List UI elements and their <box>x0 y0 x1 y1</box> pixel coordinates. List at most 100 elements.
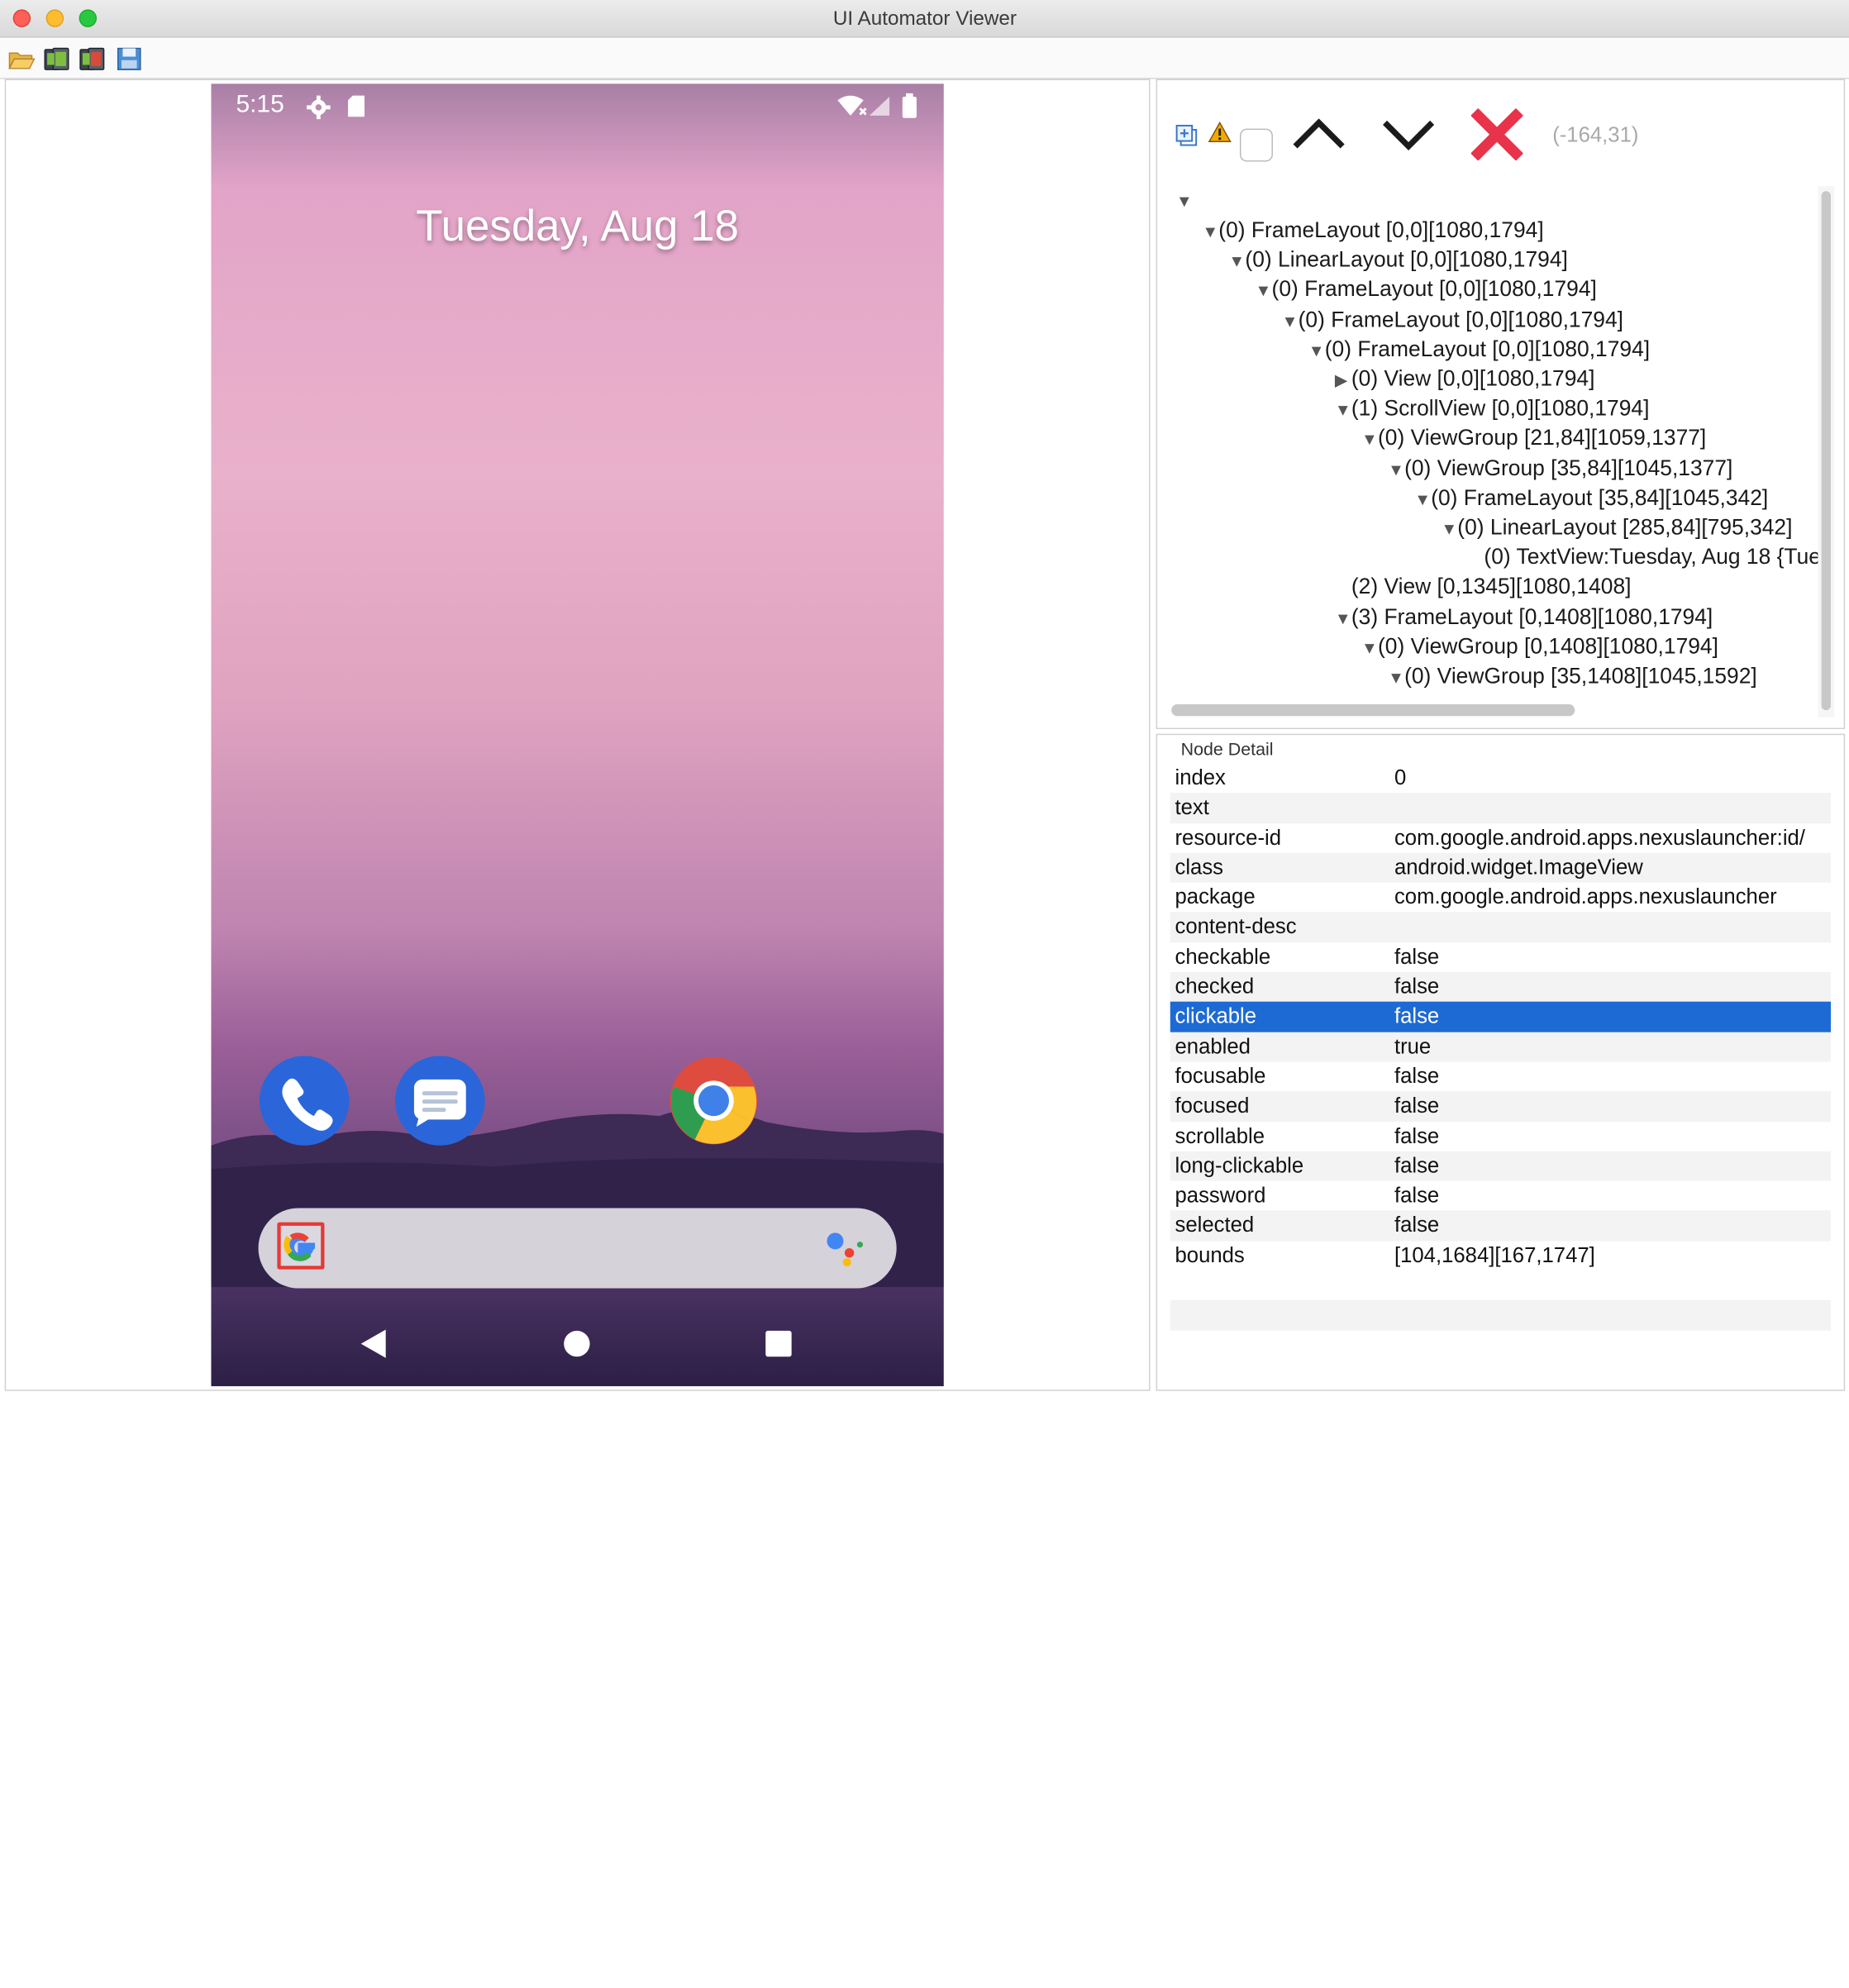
node-detail-row[interactable]: selected false <box>1170 1210 1832 1242</box>
property-name: content-desc <box>1175 914 1297 939</box>
property-name: focusable <box>1175 1064 1266 1088</box>
device-screenshot-compressed-icon[interactable] <box>78 46 106 72</box>
expand-arrow-icon[interactable]: ▼ <box>1202 217 1218 246</box>
tree-node[interactable]: ▼(0) FrameLayout [0,0][1080,1794] <box>1256 275 1597 303</box>
node-detail-row[interactable]: bounds [104,1684][167,1747] <box>1170 1241 1831 1271</box>
google-search-bar[interactable] <box>258 1208 897 1289</box>
google-assistant-icon[interactable] <box>825 1229 867 1267</box>
node-detail-row[interactable]: content-desc <box>1170 912 1832 943</box>
hierarchy-tree[interactable]: ▼ ▼(0) FrameLayout [0,0][1080,1794] ▼(0) … <box>1166 184 1825 722</box>
tree-node[interactable]: ▼(0) FrameLayout [0,0][1080,1794] <box>1282 305 1623 333</box>
node-detail-row[interactable]: checkable false <box>1170 942 1831 972</box>
save-icon[interactable] <box>116 46 144 72</box>
expand-arrow-icon[interactable]: ▼ <box>1335 603 1351 632</box>
previous-node-icon[interactable] <box>1289 111 1348 158</box>
back-icon[interactable] <box>357 1328 388 1361</box>
expand-arrow-icon[interactable]: ▼ <box>1228 247 1245 275</box>
tree-node-label: (3) FrameLayout [0,1408][1080,1794] <box>1351 603 1713 629</box>
property-name: text <box>1175 795 1209 819</box>
device-screenshot-icon[interactable] <box>42 46 70 72</box>
tree-node[interactable]: ▼(0) FrameLayout [0,0][1080,1794] <box>1308 335 1650 363</box>
property-name: focused <box>1175 1094 1250 1118</box>
tree-node-label: (1) ScrollView [0,0][1080,1794] <box>1351 395 1650 421</box>
expand-all-icon[interactable] <box>1175 124 1199 148</box>
property-value: 0 <box>1394 765 1407 789</box>
home-icon[interactable] <box>563 1329 591 1357</box>
tree-node[interactable]: ▼(0) FrameLayout [0,0][1080,1794] <box>1202 216 1543 244</box>
property-name: selected <box>1175 1213 1255 1237</box>
node-detail-row[interactable]: scrollable false <box>1170 1122 1831 1151</box>
tree-node[interactable]: (2) View [0,1345][1080,1408] <box>1335 573 1632 601</box>
phone-app-icon[interactable] <box>259 1056 350 1146</box>
clear-search-icon[interactable] <box>1470 108 1523 161</box>
status-time: 5:15 <box>236 90 284 118</box>
property-name: package <box>1175 884 1256 909</box>
status-bar: 5:15 <box>211 83 943 128</box>
tree-node[interactable]: ▼(0) ViewGroup [21,84][1059,1377] <box>1361 424 1706 452</box>
node-detail-row[interactable]: password false <box>1170 1181 1831 1211</box>
messages-app-icon[interactable] <box>395 1056 485 1146</box>
expand-arrow-icon[interactable]: ▼ <box>1388 455 1404 483</box>
tree-node-label: (0) ViewGroup [35,84][1045,1377] <box>1404 455 1733 480</box>
warning-icon[interactable] <box>1208 121 1232 145</box>
node-detail-row[interactable]: enabled true <box>1170 1032 1832 1062</box>
property-value: false <box>1394 1153 1440 1178</box>
expand-arrow-icon[interactable]: ▼ <box>1335 395 1351 423</box>
tree-node[interactable]: ▶ (0) View [0,0][1080,1794] <box>1335 365 1595 393</box>
expand-arrow-icon[interactable]: ▼ <box>1414 484 1431 512</box>
node-detail-row[interactable]: index 0 <box>1170 763 1831 793</box>
window-title: UI Automator Viewer <box>832 7 1017 30</box>
tree-root-toggle[interactable]: ▼ <box>1176 185 1193 213</box>
navigation-bar <box>211 1311 943 1386</box>
expand-arrow-icon[interactable]: ▼ <box>1361 425 1378 453</box>
title-bar: UI Automator Viewer <box>0 0 1849 38</box>
expand-arrow-icon[interactable]: ▼ <box>1361 633 1378 661</box>
tree-node[interactable]: ▼(0) LinearLayout [285,84][795,342] <box>1441 513 1792 541</box>
tree-node[interactable]: ▼(0) ViewGroup [35,1408][1045,1592] <box>1388 662 1757 690</box>
tree-node[interactable]: (0) TextView:Tuesday, Aug 18 {Tuesday, A… <box>1467 543 1824 571</box>
node-detail-row[interactable]: checked false <box>1170 972 1832 1003</box>
expand-arrow-icon[interactable]: ▼ <box>1441 514 1457 542</box>
property-value: false <box>1394 974 1440 999</box>
tree-node[interactable]: ▼(3) FrameLayout [0,1408][1080,1794] <box>1335 603 1713 631</box>
node-detail-row[interactable]: text <box>1170 793 1832 823</box>
property-value: true <box>1394 1034 1432 1058</box>
property-value: android.widget.ImageView <box>1394 855 1643 880</box>
node-detail-row[interactable]: class android.widget.ImageView <box>1170 852 1832 883</box>
node-detail-row[interactable]: resource-id com.google.android.apps.nexus… <box>1170 823 1831 853</box>
property-name: resource-id <box>1175 825 1282 850</box>
tree-node[interactable]: ▼(0) FrameLayout [35,84][1045,342] <box>1414 484 1768 512</box>
node-detail-row[interactable]: focused false <box>1170 1091 1832 1122</box>
node-detail-row[interactable]: focusable false <box>1170 1061 1831 1091</box>
property-name: index <box>1175 765 1226 789</box>
chrome-app-icon[interactable] <box>669 1056 758 1145</box>
google-g-icon[interactable] <box>277 1222 325 1270</box>
device-screenshot[interactable]: 5:15 Tuesday, Aug 18 <box>211 83 944 1386</box>
empty-row <box>1170 1271 1832 1301</box>
tree-node[interactable]: ▼(0) ViewGroup [35,84][1045,1377] <box>1388 454 1732 482</box>
tree-node[interactable]: ▼(0) ViewGroup [0,1408][1080,1794] <box>1361 632 1718 660</box>
node-detail-row[interactable]: package com.google.android.apps.nexuslaun… <box>1170 883 1831 913</box>
property-value: false <box>1394 1064 1440 1088</box>
expand-arrow-icon[interactable]: ▼ <box>1256 277 1272 305</box>
expand-arrow-icon[interactable]: ▼ <box>1388 663 1404 691</box>
scrollbar-thumb[interactable] <box>1821 191 1832 711</box>
node-detail-panel: Node Detail index 0 text resource-id com.goo… <box>1156 733 1846 1391</box>
tree-horizontal-scrollbar[interactable] <box>1167 701 1813 720</box>
next-node-icon[interactable] <box>1379 111 1437 158</box>
tree-node[interactable]: ▼(0) LinearLayout [0,0][1080,1794] <box>1228 246 1567 274</box>
tree-node-label: (0) ViewGroup [21,84][1059,1377] <box>1377 425 1707 451</box>
node-detail-row[interactable]: long-clickable false <box>1170 1151 1832 1181</box>
date-widget[interactable]: Tuesday, Aug 18 <box>211 202 943 251</box>
recents-icon[interactable] <box>765 1329 793 1357</box>
scrollbar-thumb[interactable] <box>1171 704 1575 717</box>
collapse-arrow-icon[interactable]: ▶ <box>1335 365 1351 393</box>
tree-node[interactable]: ▼(1) ScrollView [0,0][1080,1794] <box>1335 394 1650 422</box>
sd-card-icon <box>348 95 365 117</box>
expand-arrow-icon[interactable]: ▼ <box>1308 336 1325 364</box>
tree-vertical-scrollbar[interactable] <box>1818 186 1835 717</box>
toggle-naf-checkbox[interactable] <box>1239 128 1273 162</box>
open-icon[interactable] <box>7 46 36 72</box>
expand-arrow-icon[interactable]: ▼ <box>1282 306 1299 334</box>
node-detail-row[interactable]: clickable false <box>1170 1002 1832 1032</box>
